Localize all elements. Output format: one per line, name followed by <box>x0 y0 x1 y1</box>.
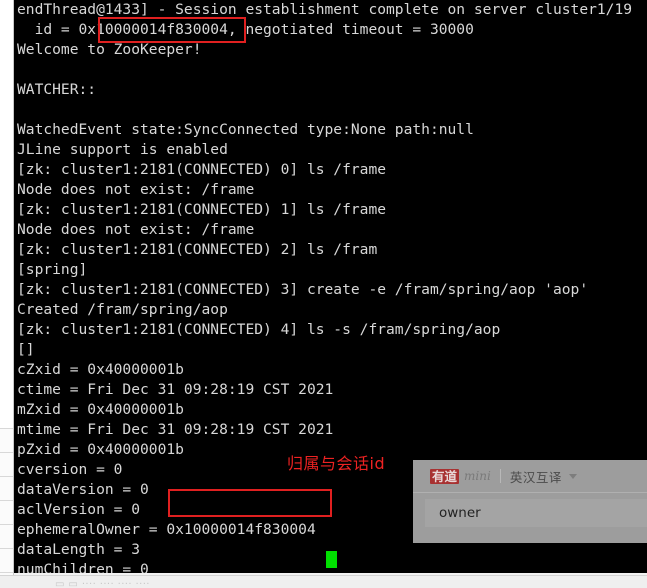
background-gutter-rule <box>0 572 13 573</box>
terminal-line: Created /fram/spring/aop <box>17 301 228 318</box>
background-gutter-rule <box>0 476 13 477</box>
terminal-line: [] <box>17 341 35 358</box>
youdao-logo: 有道 <box>430 468 460 484</box>
youdao-translation-mode[interactable]: 英汉互译 <box>510 467 562 486</box>
youdao-dictionary-popup[interactable]: 有道 mini 英汉互译 owner <box>413 460 647 543</box>
background-gutter-rule <box>0 452 13 453</box>
background-left-gutter <box>0 0 14 588</box>
terminal-line: [zk: cluster1:2181(CONNECTED) 3] create … <box>17 281 589 298</box>
terminal-line: mZxid = 0x40000001b <box>17 401 184 418</box>
annotation-note: 归属与会话id <box>287 454 386 473</box>
youdao-word-input[interactable]: owner <box>425 499 647 527</box>
background-gutter-rule <box>0 548 13 549</box>
background-bottom-ghost-text: ▭ ▭ ···· ···· ···· ···· <box>55 579 150 588</box>
terminal-cursor <box>326 551 337 568</box>
terminal-line: Node does not exist: /frame <box>17 221 255 238</box>
youdao-header-divider <box>499 469 501 483</box>
terminal-line: WATCHER:: <box>17 81 97 98</box>
terminal-line: id = 0x10000014f830004, negotiated timeo… <box>17 21 474 38</box>
youdao-popup-header: 有道 mini 英汉互译 <box>413 460 647 493</box>
terminal-line: [spring] <box>17 261 88 278</box>
terminal-line: numChildren = 0 <box>17 561 149 573</box>
terminal-line: Welcome to ZooKeeper! <box>17 41 202 58</box>
terminal-line: Node does not exist: /frame <box>17 181 255 198</box>
terminal-line: ctime = Fri Dec 31 09:28:19 CST 2021 <box>17 381 334 398</box>
background-gutter-rule <box>0 428 13 429</box>
terminal-line: [zk: cluster1:2181(CONNECTED) 1] ls /fra… <box>17 201 387 218</box>
terminal-line: endThread@1433] - Session establishment … <box>17 1 633 18</box>
screen-root: ▭ ▭ ···· ···· ···· ···· endThread@1433] … <box>0 0 647 588</box>
background-gutter-rule <box>0 524 13 525</box>
chevron-down-icon[interactable] <box>568 473 577 479</box>
terminal-line: [zk: cluster1:2181(CONNECTED) 0] ls /fra… <box>17 161 387 178</box>
terminal-line: dataLength = 3 <box>17 541 141 558</box>
terminal-line: JLine support is enabled <box>17 141 228 158</box>
youdao-popup-body: owner <box>413 493 647 543</box>
terminal-line: WatchedEvent state:SyncConnected type:No… <box>17 121 474 138</box>
youdao-product-label: mini <box>464 469 491 483</box>
terminal-line: [zk: cluster1:2181(CONNECTED) 2] ls /fra… <box>17 241 378 258</box>
terminal-line: [zk: cluster1:2181(CONNECTED) 4] ls -s /… <box>17 321 501 338</box>
background-bottom-strip: ▭ ▭ ···· ···· ···· ···· <box>0 575 647 588</box>
background-left-white-area <box>0 0 13 428</box>
background-gutter-rule <box>0 500 13 501</box>
terminal-line: cZxid = 0x40000001b <box>17 361 184 378</box>
terminal-line: mtime = Fri Dec 31 09:28:19 CST 2021 <box>17 421 334 438</box>
